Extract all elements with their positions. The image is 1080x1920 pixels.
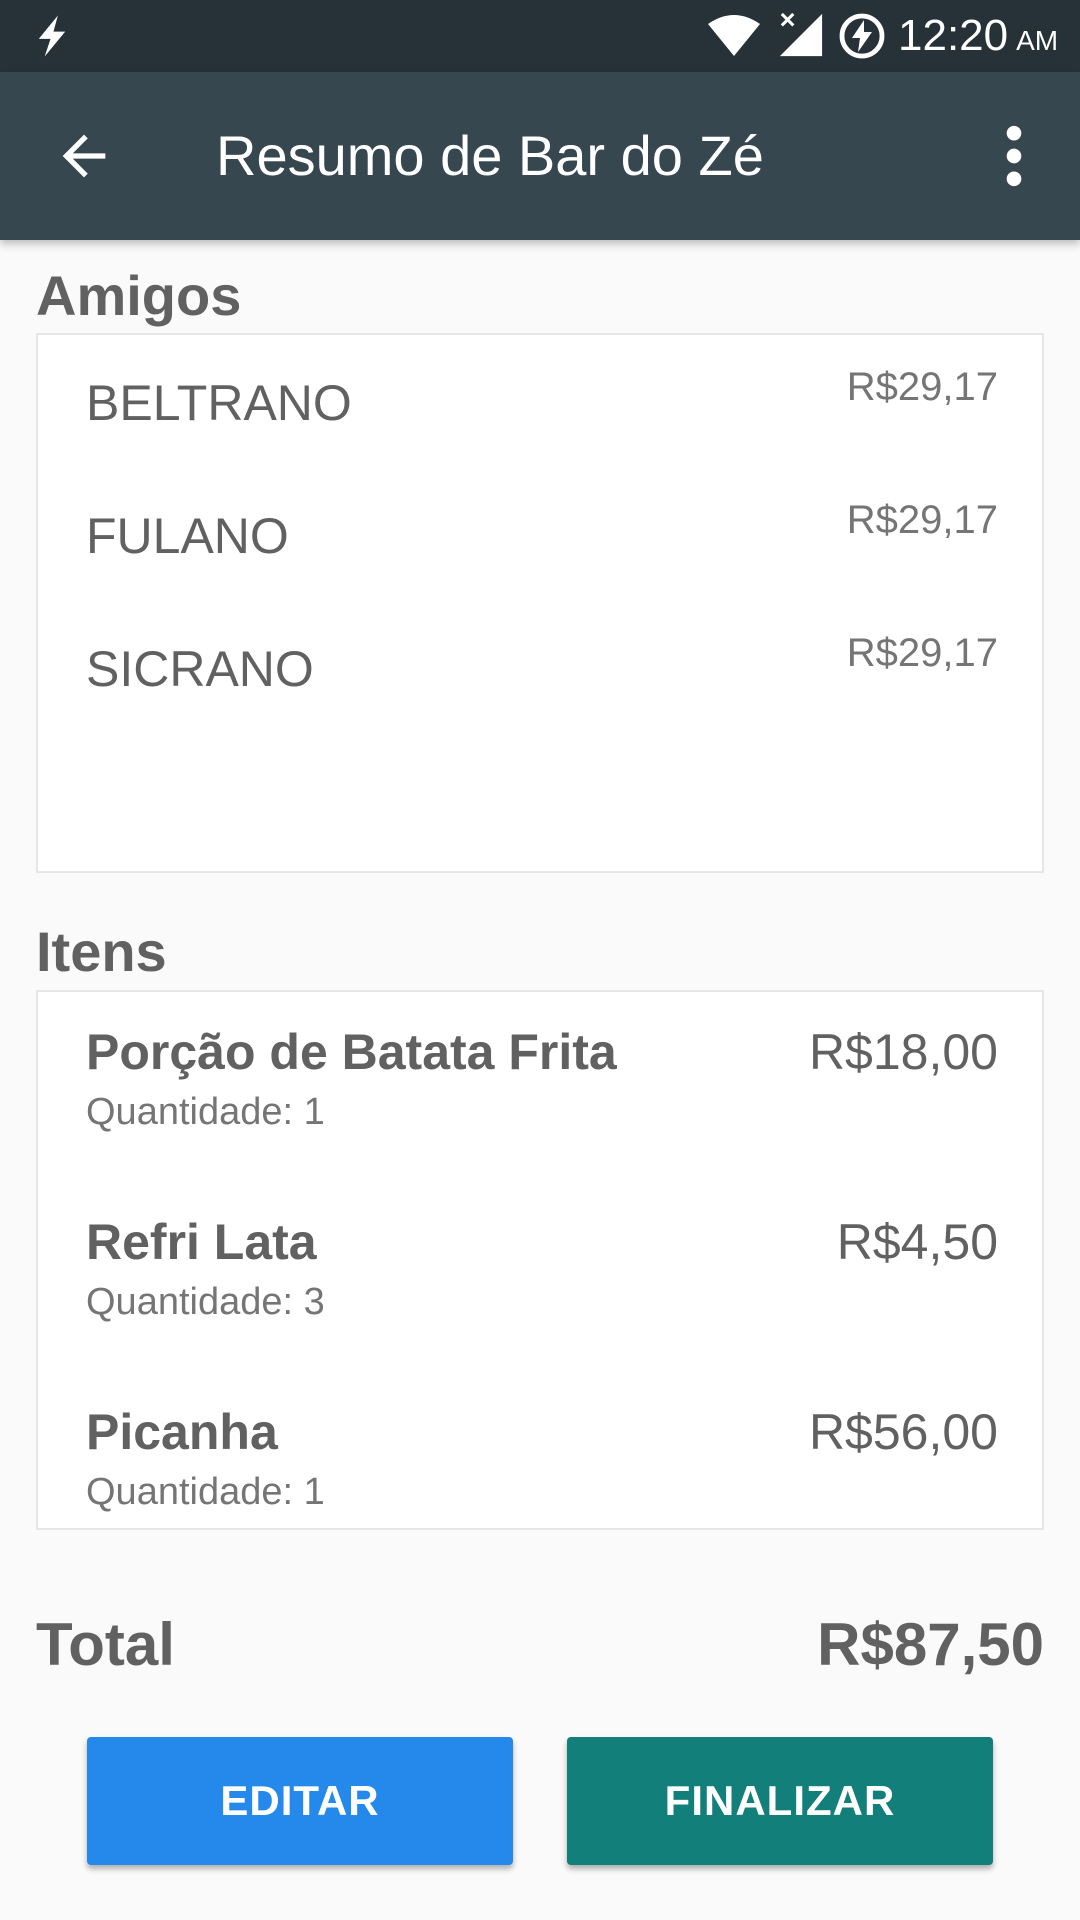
- friend-row[interactable]: BELTRANO R$29,17: [86, 363, 998, 443]
- items-card: Porção de Batata Frita Quantidade: 1 R$1…: [36, 990, 1044, 1530]
- friends-section-title: Amigos: [36, 264, 242, 327]
- item-row[interactable]: Picanha Quantidade: 1 R$56,00: [86, 1400, 998, 1528]
- total-label: Total: [36, 1611, 175, 1678]
- battery-charging-icon: [839, 13, 885, 59]
- wifi-icon: [708, 15, 760, 56]
- friend-name: SICRANO: [86, 641, 314, 697]
- item-price: R$4,50: [836, 1214, 998, 1270]
- item-row[interactable]: Refri Lata Quantidade: 3 R$4,50: [86, 1210, 998, 1340]
- friend-amount: R$29,17: [846, 498, 998, 542]
- clock-time: 12:20: [898, 11, 1009, 60]
- friend-row[interactable]: SICRANO R$29,17: [86, 629, 998, 709]
- friends-card: BELTRANO R$29,17 FULANO R$29,17 SICRANO …: [36, 333, 1044, 873]
- item-quantity: Quantidade: 1: [86, 1091, 325, 1133]
- item-name: Refri Lata: [86, 1214, 317, 1270]
- item-name: Porção de Batata Frita: [86, 1024, 617, 1080]
- flash-icon: [38, 15, 66, 57]
- item-price: R$18,00: [808, 1024, 998, 1080]
- friend-name: BELTRANO: [86, 375, 352, 431]
- item-name: Picanha: [86, 1404, 278, 1460]
- item-row[interactable]: Porção de Batata Frita Quantidade: 1 R$1…: [86, 1020, 998, 1150]
- edit-button[interactable]: EDITAR: [87, 1737, 513, 1865]
- item-quantity: Quantidade: 3: [86, 1281, 325, 1323]
- friend-name: FULANO: [86, 508, 289, 564]
- app-toolbar: Resumo de Bar do Zé: [0, 72, 1080, 240]
- items-section-title: Itens: [36, 920, 167, 983]
- arrow-back-icon[interactable]: [52, 124, 116, 188]
- item-quantity: Quantidade: 1: [86, 1471, 325, 1513]
- finish-button[interactable]: FINALIZAR: [567, 1737, 993, 1865]
- clock-ampm: AM: [1016, 25, 1059, 56]
- friend-row[interactable]: FULANO R$29,17: [86, 496, 998, 576]
- item-price: R$56,00: [808, 1404, 998, 1460]
- friend-amount: R$29,17: [846, 365, 998, 409]
- page-title: Resumo de Bar do Zé: [216, 124, 764, 187]
- signal-icon: [779, 12, 823, 57]
- total-value: R$87,50: [817, 1611, 1044, 1678]
- more-vert-icon[interactable]: [986, 124, 1042, 188]
- status-bar: 12:20 AM: [0, 0, 1080, 72]
- clock: 12:20 AM: [898, 10, 1058, 62]
- friend-amount: R$29,17: [846, 631, 998, 675]
